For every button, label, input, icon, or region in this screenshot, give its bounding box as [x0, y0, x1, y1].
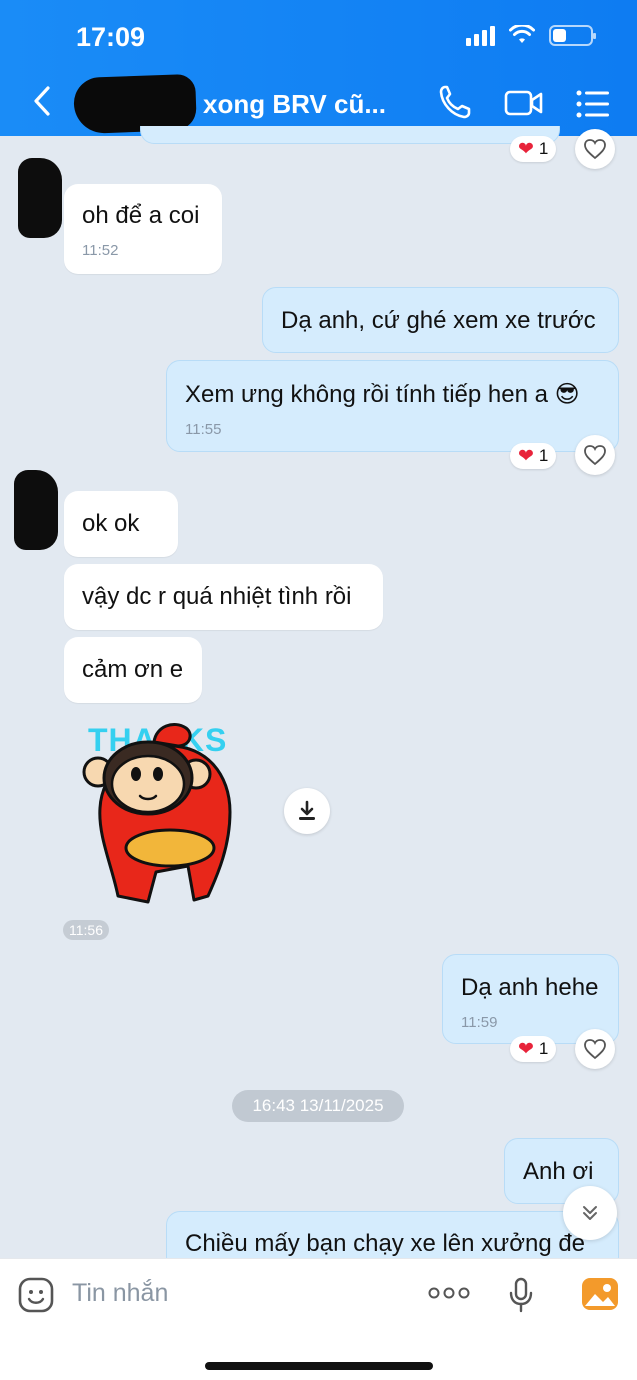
- message-bubble-outgoing[interactable]: Dạ anh, cứ ghé xem xe trước: [262, 287, 619, 353]
- menu-list-icon[interactable]: [576, 90, 610, 118]
- heart-icon: ❤: [518, 138, 534, 160]
- home-indicator: [205, 1362, 433, 1370]
- phone-icon[interactable]: [438, 84, 472, 120]
- scroll-down-button[interactable]: [563, 1186, 617, 1240]
- message-bubble-incoming[interactable]: ok ok: [64, 491, 178, 557]
- heart-outline-icon: [584, 1039, 606, 1060]
- heart-outline-icon: [584, 139, 606, 160]
- message-text: ok ok: [82, 510, 140, 537]
- reaction-count: 1: [538, 1039, 549, 1058]
- message-bubble-outgoing[interactable]: Xem ưng không rồi tính tiếp hen a 😎 11:5…: [166, 360, 619, 452]
- like-button[interactable]: [575, 129, 615, 169]
- status-time: 17:09: [76, 22, 146, 52]
- heart-icon: ❤: [518, 1038, 534, 1060]
- message-text: Xem ưng không rồi tính tiếp hen a 😎: [185, 381, 580, 408]
- reaction-chip[interactable]: ❤ 1: [510, 1036, 557, 1062]
- sticker[interactable]: THANKS: [78, 716, 258, 912]
- message-input[interactable]: Tin nhắn: [72, 1279, 168, 1308]
- video-call-icon[interactable]: [504, 88, 544, 118]
- more-options-icon[interactable]: [428, 1286, 470, 1300]
- status-icons: [466, 24, 596, 46]
- avatar[interactable]: [18, 158, 62, 238]
- chat-title[interactable]: xong BRV cũ...: [203, 89, 386, 120]
- message-time: 11:55: [185, 421, 222, 438]
- like-button[interactable]: [575, 1029, 615, 1069]
- reaction-count: 1: [538, 446, 549, 465]
- heart-icon: ❤: [518, 445, 534, 467]
- message-text: vậy dc r quá nhiệt tình rồi: [82, 583, 352, 610]
- message-text: Dạ anh, cứ ghé xem xe trước: [281, 307, 596, 334]
- like-button[interactable]: [575, 435, 615, 475]
- back-arrow-icon[interactable]: [30, 84, 54, 118]
- message-bubble-incoming[interactable]: oh để a coi 11:52: [64, 184, 222, 274]
- message-time: 11:59: [461, 1014, 498, 1031]
- microphone-icon[interactable]: [508, 1277, 534, 1313]
- message-bubble-incoming[interactable]: cảm ơn e: [64, 637, 202, 703]
- reaction-chip[interactable]: ❤ 1: [510, 136, 557, 162]
- message-bubble-incoming[interactable]: vậy dc r quá nhiệt tình rồi: [64, 564, 383, 630]
- download-button[interactable]: [284, 788, 330, 834]
- partial-bubble: [140, 126, 560, 144]
- download-icon: [299, 800, 315, 820]
- message-text: Chiều mấy bạn chạy xe lên xưởng đe: [185, 1230, 586, 1257]
- message-text: Anh ơi: [523, 1158, 594, 1185]
- message-time: 11:52: [82, 242, 119, 259]
- message-text: cảm ơn e: [82, 656, 184, 683]
- emoji-icon[interactable]: [18, 1277, 54, 1313]
- reaction-count: 1: [538, 139, 549, 158]
- message-text: oh để a coi: [82, 202, 200, 229]
- signal-icon: [466, 24, 495, 46]
- sticker-time: 11:56: [63, 920, 109, 940]
- heart-outline-icon: [584, 445, 606, 466]
- chat-header: 17:09 xong BRV cũ...: [0, 0, 637, 136]
- battery-icon: [549, 24, 596, 46]
- avatar[interactable]: [14, 470, 58, 550]
- image-gallery-icon[interactable]: [581, 1276, 619, 1312]
- wifi-icon: [509, 25, 535, 43]
- chevron-double-down-icon: [583, 1206, 597, 1220]
- message-text: Dạ anh hehe: [461, 974, 599, 1001]
- date-separator: 16:43 13/11/2025: [232, 1090, 404, 1122]
- monkey-sticker-icon: [82, 723, 232, 904]
- reaction-chip[interactable]: ❤ 1: [510, 443, 557, 469]
